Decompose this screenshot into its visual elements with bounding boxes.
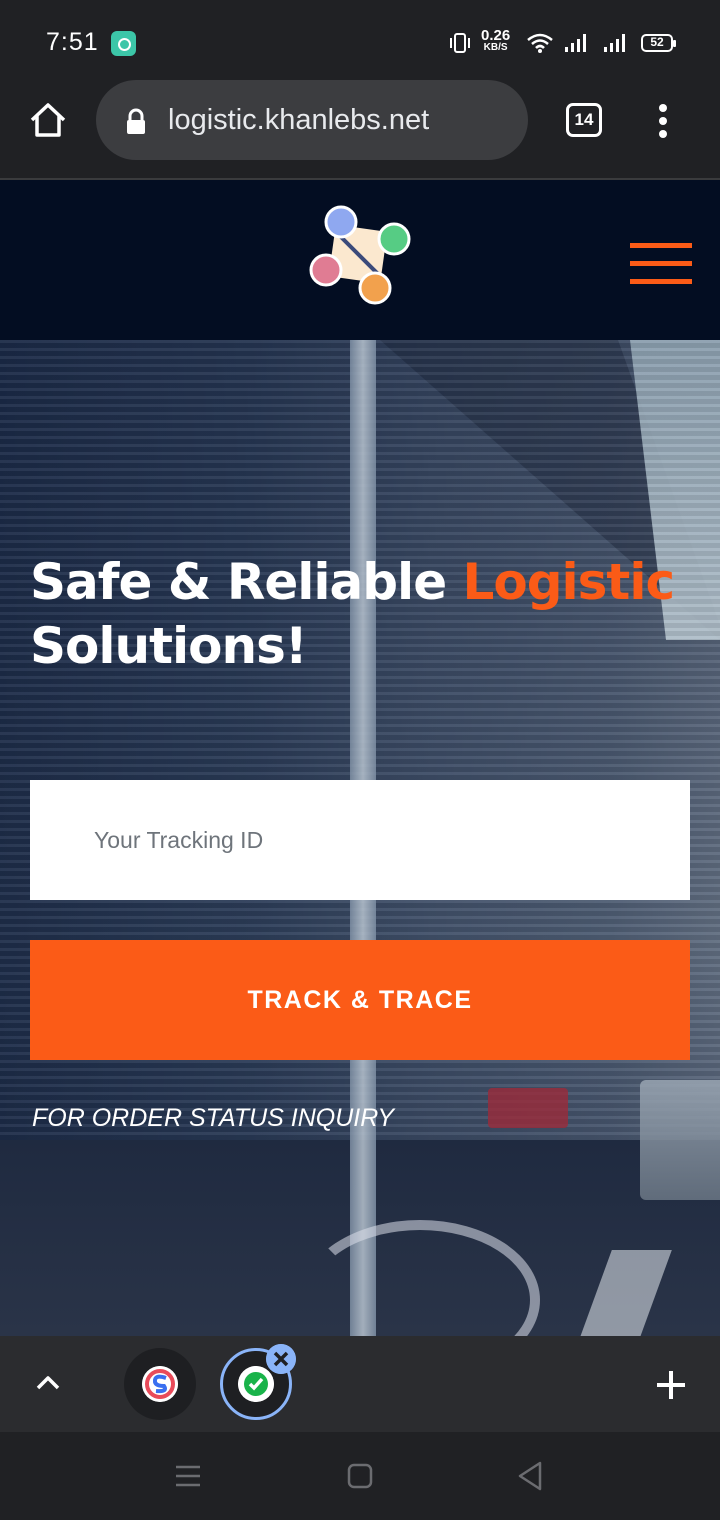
hero-bg-truck xyxy=(640,1080,720,1200)
lock-icon xyxy=(127,108,145,134)
track-trace-button[interactable]: TRACK & TRACE xyxy=(30,940,690,1060)
net-speed-value: 0.26 xyxy=(481,27,511,44)
signal-icon xyxy=(565,34,586,52)
back-icon[interactable] xyxy=(516,1460,544,1492)
tab-switcher-button[interactable]: 14 xyxy=(566,103,602,137)
hero-title-accent: Logistic xyxy=(462,553,676,611)
network-speed: 0.26 KB/S xyxy=(481,27,511,54)
tab-thumbnail-1[interactable] xyxy=(124,1348,196,1420)
status-time: 7:51 xyxy=(46,28,99,56)
notification-app-icon xyxy=(111,31,136,56)
tab-favicon-2 xyxy=(238,1366,274,1402)
signal-icon-2 xyxy=(604,34,625,52)
home-icon[interactable] xyxy=(26,98,70,142)
site-logo[interactable] xyxy=(304,200,414,310)
home-nav-icon[interactable] xyxy=(346,1462,374,1490)
plus-icon[interactable] xyxy=(652,1366,690,1404)
more-vert-icon[interactable] xyxy=(650,102,678,140)
hero-title-part1: Safe & Reliable xyxy=(30,553,463,611)
chevron-up-icon[interactable] xyxy=(34,1372,62,1394)
tab-favicon-1 xyxy=(142,1366,178,1402)
url-text[interactable]: logistic.khanlebs.net xyxy=(168,104,429,137)
battery-level: 52 xyxy=(650,35,664,49)
bottom-tab-strip xyxy=(0,1336,720,1432)
hero-title-part2: Solutions! xyxy=(30,617,308,675)
tracking-id-input[interactable] xyxy=(30,780,690,900)
wifi-icon xyxy=(527,33,553,53)
battery-icon: 52 xyxy=(641,34,676,52)
close-icon[interactable] xyxy=(266,1344,296,1374)
recent-apps-icon[interactable] xyxy=(174,1462,202,1490)
hero-bg-red-truck xyxy=(488,1088,568,1128)
hero-title: Safe & Reliable Logistic Solutions! xyxy=(30,550,690,678)
hamburger-menu-icon[interactable] xyxy=(630,243,692,287)
net-speed-unit: KB/S xyxy=(483,42,508,53)
vibrate-icon xyxy=(450,33,470,53)
order-status-inquiry-text: FOR ORDER STATUS INQUIRY xyxy=(32,1104,395,1132)
